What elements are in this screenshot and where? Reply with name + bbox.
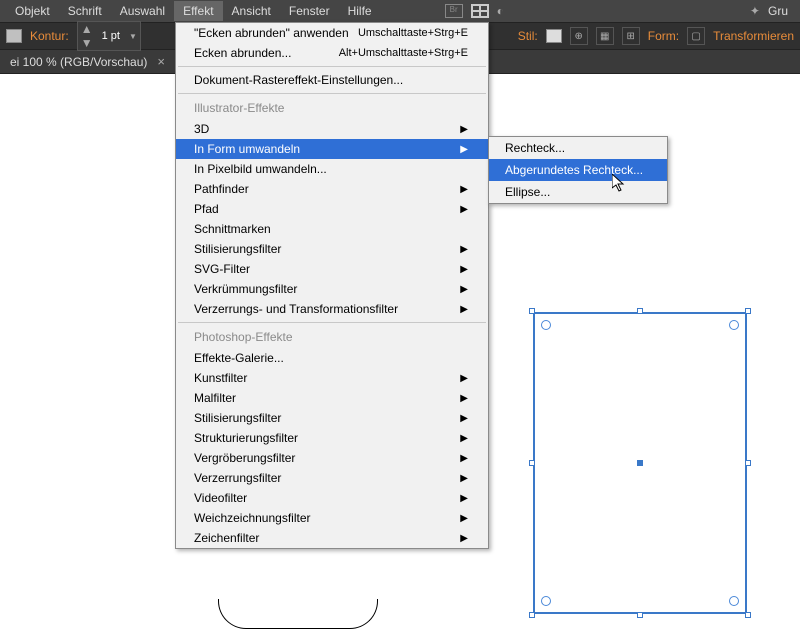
- menu-item[interactable]: Pathfinder▶: [176, 179, 488, 199]
- shape-icon[interactable]: ▢: [687, 27, 705, 45]
- menu-bar: Objekt Schrift Auswahl Effekt Ansicht Fe…: [0, 0, 800, 22]
- globe-icon[interactable]: ⊕: [570, 27, 588, 45]
- effekt-menu: "Ecken abrunden" anwendenUmschalttaste+S…: [175, 22, 489, 549]
- form-label[interactable]: Form:: [648, 29, 679, 43]
- menu-item[interactable]: Stilisierungsfilter▶: [176, 408, 488, 428]
- menu-item[interactable]: Pfad▶: [176, 199, 488, 219]
- corner-widget[interactable]: [729, 596, 739, 606]
- menu-header-photoshop: Photoshop-Effekte: [176, 326, 488, 348]
- menu-item[interactable]: Vergröberungsfilter▶: [176, 448, 488, 468]
- menu-item-apply-last[interactable]: "Ecken abrunden" anwendenUmschalttaste+S…: [176, 23, 488, 43]
- workspace-label[interactable]: Gru: [768, 4, 788, 18]
- document-setup-icon[interactable]: ▦: [596, 27, 614, 45]
- submenu-item[interactable]: Abgerundetes Rechteck...: [489, 159, 667, 181]
- menu-item[interactable]: 3D▶: [176, 119, 488, 139]
- menu-item[interactable]: SVG-Filter▶: [176, 259, 488, 279]
- menubar-tools: Br ◐ ✦ Gru: [445, 4, 794, 18]
- menu-item[interactable]: Strukturierungsfilter▶: [176, 428, 488, 448]
- menu-auswahl[interactable]: Auswahl: [111, 1, 174, 21]
- menu-item[interactable]: Kunstfilter▶: [176, 368, 488, 388]
- menu-item[interactable]: Verzerrungsfilter▶: [176, 468, 488, 488]
- menu-item-raster-settings[interactable]: Dokument-Rastereffekt-Einstellungen...: [176, 70, 488, 90]
- menu-ansicht[interactable]: Ansicht: [223, 1, 280, 21]
- submenu-item[interactable]: Rechteck...: [489, 137, 667, 159]
- menu-item[interactable]: In Form umwandeln▶: [176, 139, 488, 159]
- resize-handle[interactable]: [745, 612, 751, 618]
- close-tab-icon[interactable]: ×: [157, 54, 165, 69]
- rounded-rect-shape[interactable]: [218, 599, 378, 629]
- menu-item[interactable]: Zeichenfilter▶: [176, 528, 488, 548]
- menu-item[interactable]: Weichzeichnungsfilter▶: [176, 508, 488, 528]
- menu-item[interactable]: Schnittmarken: [176, 219, 488, 239]
- resize-handle[interactable]: [529, 308, 535, 314]
- resize-handle[interactable]: [637, 612, 643, 618]
- menu-item[interactable]: Malfilter▶: [176, 388, 488, 408]
- menu-item-ecken-abrunden[interactable]: Ecken abrunden...Alt+Umschalttaste+Strg+…: [176, 43, 488, 63]
- center-point[interactable]: [637, 460, 643, 466]
- fill-swatch[interactable]: [6, 29, 22, 43]
- resize-handle[interactable]: [637, 308, 643, 314]
- resize-handle[interactable]: [745, 308, 751, 314]
- resize-handle[interactable]: [529, 460, 535, 466]
- arrange-documents-icon[interactable]: [471, 4, 489, 18]
- menu-item[interactable]: In Pixelbild umwandeln...: [176, 159, 488, 179]
- corner-widget[interactable]: [541, 596, 551, 606]
- menu-item[interactable]: Verkrümmungsfilter▶: [176, 279, 488, 299]
- kontur-label: Kontur:: [30, 29, 69, 43]
- stil-label: Stil:: [518, 29, 538, 43]
- submenu-item[interactable]: Ellipse...: [489, 181, 667, 203]
- menu-item[interactable]: Stilisierungsfilter▶: [176, 239, 488, 259]
- resize-handle[interactable]: [529, 612, 535, 618]
- transform-label[interactable]: Transformieren: [713, 29, 794, 43]
- style-swatch[interactable]: [546, 29, 562, 43]
- menu-item[interactable]: Videofilter▶: [176, 488, 488, 508]
- in-form-umwandeln-submenu: Rechteck...Abgerundetes Rechteck...Ellip…: [488, 136, 668, 204]
- gauge-icon[interactable]: ◐: [497, 4, 504, 18]
- bridge-icon[interactable]: Br: [445, 4, 463, 18]
- menu-fenster[interactable]: Fenster: [280, 1, 339, 21]
- menu-objekt[interactable]: Objekt: [6, 1, 59, 21]
- corner-widget[interactable]: [729, 320, 739, 330]
- menu-item[interactable]: Effekte-Galerie...: [176, 348, 488, 368]
- selected-rectangle[interactable]: [529, 308, 751, 618]
- menu-hilfe[interactable]: Hilfe: [339, 1, 381, 21]
- stroke-weight-input[interactable]: ▲▼ 1 pt ▼: [77, 21, 141, 51]
- menu-item[interactable]: Verzerrungs- und Transformationsfilter▶: [176, 299, 488, 319]
- notification-icon[interactable]: ✦: [750, 4, 760, 18]
- align-icon[interactable]: ⊞: [622, 27, 640, 45]
- menu-header-illustrator: Illustrator-Effekte: [176, 97, 488, 119]
- document-tab-title[interactable]: ei 100 % (RGB/Vorschau): [10, 55, 147, 69]
- menu-effekt[interactable]: Effekt: [174, 1, 222, 21]
- menu-schrift[interactable]: Schrift: [59, 1, 111, 21]
- corner-widget[interactable]: [541, 320, 551, 330]
- resize-handle[interactable]: [745, 460, 751, 466]
